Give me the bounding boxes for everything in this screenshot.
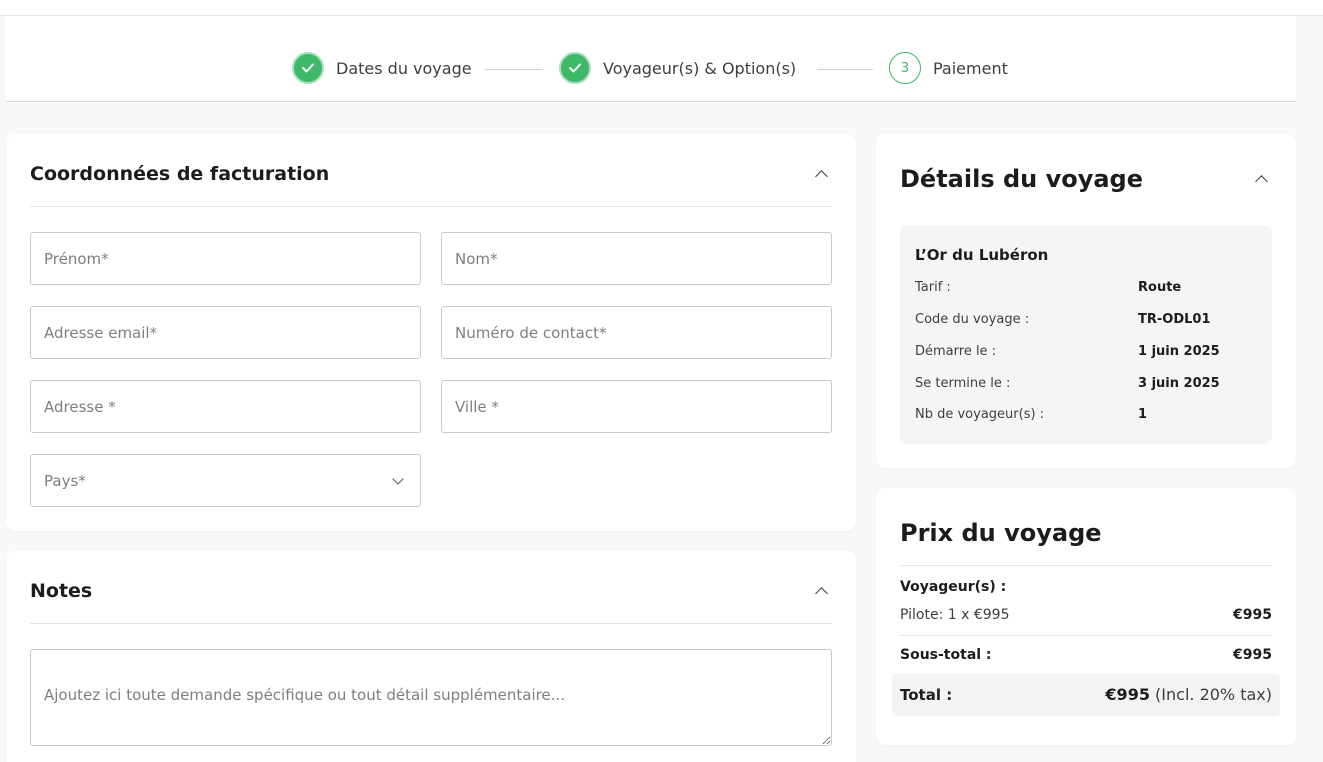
- divider: [900, 565, 1272, 566]
- trip-details-card: Détails du voyage L’Or du Lubéron Tarif …: [876, 134, 1296, 468]
- price-card: Prix du voyage Voyageur(s) : Pilote: 1 x…: [876, 488, 1296, 745]
- detail-row: Tarif : Route: [915, 280, 1255, 300]
- chevron-up-icon[interactable]: [815, 587, 828, 600]
- trip-summary-box: L’Or du Lubéron Tarif : Route Code du vo…: [900, 226, 1272, 444]
- detail-key: Démarre le :: [915, 344, 997, 359]
- step-label: Paiement: [933, 58, 1008, 78]
- detail-key: Nb de voyageur(s) :: [915, 407, 1045, 422]
- travellers-label: Voyageur(s) :: [900, 579, 1007, 595]
- step-dates[interactable]: Dates du voyage: [292, 52, 472, 84]
- notes-card: Notes: [6, 551, 856, 762]
- step-payment: 3 Paiement: [889, 52, 1008, 84]
- country-select[interactable]: Pays*: [30, 454, 421, 507]
- detail-value: 1: [1138, 407, 1148, 422]
- total-row: Total : €995 (Incl. 20% tax): [892, 674, 1280, 716]
- total-value: €995: [1105, 685, 1150, 704]
- detail-row: Code du voyage : TR-ODL01: [915, 312, 1255, 332]
- chevron-up-icon[interactable]: [815, 170, 828, 183]
- subtotal-value: €995: [1233, 647, 1272, 663]
- divider: [30, 206, 832, 207]
- subtotal-row: Sous-total : €995: [900, 647, 1272, 663]
- detail-key: Tarif :: [915, 280, 951, 295]
- checkout-stepper: Dates du voyage Voyageur(s) & Option(s) …: [6, 16, 1296, 102]
- step-connector: [817, 69, 873, 70]
- detail-value: TR-ODL01: [1138, 312, 1211, 327]
- detail-key: Se termine le :: [915, 376, 1011, 391]
- step-number: 3: [889, 52, 921, 84]
- divider: [30, 623, 832, 624]
- detail-key: Code du voyage :: [915, 312, 1030, 327]
- check-icon: [559, 52, 591, 84]
- price-line: Pilote: 1 x €995 €995: [900, 607, 1272, 623]
- total-label: Total :: [900, 686, 953, 704]
- step-travellers[interactable]: Voyageur(s) & Option(s): [559, 52, 796, 84]
- city-field[interactable]: [441, 380, 832, 433]
- detail-value: Route: [1138, 280, 1182, 295]
- step-connector: [485, 69, 543, 70]
- check-icon: [292, 52, 324, 84]
- detail-row: Nb de voyageur(s) : 1: [915, 407, 1255, 427]
- phone-field[interactable]: [441, 306, 832, 359]
- detail-row: Se termine le : 3 juin 2025: [915, 376, 1255, 396]
- step-label: Dates du voyage: [336, 58, 472, 78]
- last-name-field[interactable]: [441, 232, 832, 285]
- price-line-value: €995: [1233, 607, 1272, 623]
- first-name-field[interactable]: [30, 232, 421, 285]
- price-line-label: Pilote: 1 x €995: [900, 607, 1010, 623]
- billing-card: Coordonnées de facturation Pays*: [6, 134, 856, 531]
- subtotal-label: Sous-total :: [900, 647, 992, 663]
- email-field[interactable]: [30, 306, 421, 359]
- trip-name: L’Or du Lubéron: [915, 246, 1049, 264]
- trip-details-title: Détails du voyage: [900, 165, 1144, 193]
- detail-value: 3 juin 2025: [1138, 376, 1220, 391]
- step-label: Voyageur(s) & Option(s): [603, 58, 797, 78]
- detail-value: 1 juin 2025: [1138, 344, 1220, 359]
- price-title: Prix du voyage: [900, 519, 1102, 547]
- chevron-down-icon: [392, 473, 404, 485]
- total-note: (Incl. 20% tax): [1155, 685, 1272, 704]
- top-bar: [0, 0, 1323, 16]
- billing-title: Coordonnées de facturation: [30, 163, 330, 185]
- detail-row: Démarre le : 1 juin 2025: [915, 344, 1255, 364]
- divider: [900, 635, 1272, 636]
- country-select-value: Pays*: [44, 471, 86, 490]
- chevron-up-icon[interactable]: [1255, 175, 1268, 188]
- address-field[interactable]: [30, 380, 421, 433]
- notes-title: Notes: [30, 580, 93, 602]
- notes-textarea[interactable]: [30, 649, 832, 746]
